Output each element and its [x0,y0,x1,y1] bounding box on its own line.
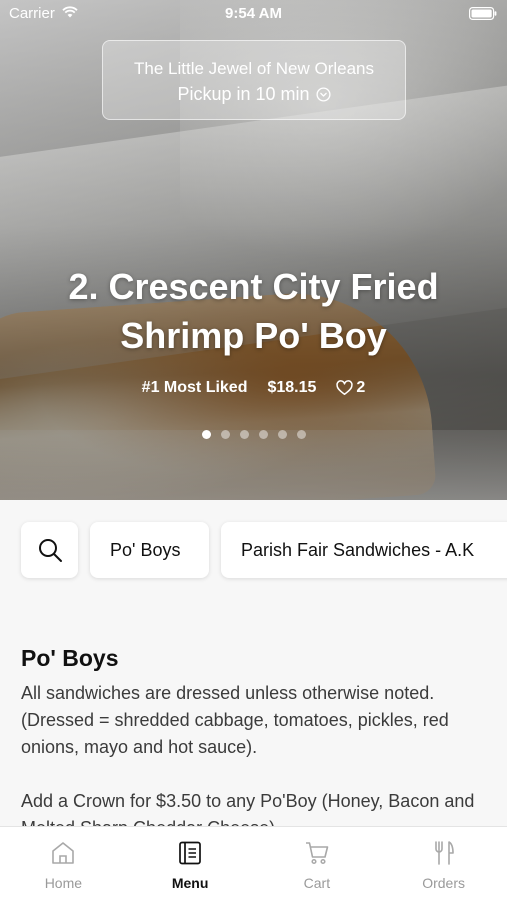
category-bar: Po' Boys Parish Fair Sandwiches - A.K [0,500,507,600]
most-liked-badge: #1 Most Liked [141,379,248,396]
tab-menu-label: Menu [171,875,209,891]
search-button[interactable] [21,522,78,578]
chevron-down-circle-icon [315,87,331,102]
tab-orders-label: Orders [422,875,466,891]
tab-bar: Home Menu Cart Orders [0,826,507,900]
category-chip-parish-fair-sandwiches[interactable]: Parish Fair Sandwiches - A.K [221,522,507,578]
tab-menu[interactable]: Menu [127,827,254,900]
store-name: The Little Jewel of New Orleans [134,59,374,78]
status-time: 9:54 AM [225,5,282,22]
home-icon [52,842,75,864]
carousel-dot[interactable] [201,430,211,439]
category-chip-po-boys[interactable]: Po' Boys [90,522,209,578]
carousel-dot[interactable] [277,430,287,439]
fork-knife-icon [434,841,454,865]
menu-icon [179,841,201,865]
pickup-selector[interactable]: The Little Jewel of New Orleans Pickup i… [102,40,406,120]
carousel-page-indicator[interactable] [0,430,507,439]
heart-icon [336,380,354,395]
menu-section: Po' Boys All sandwiches are dressed unle… [21,645,487,842]
carousel-dot[interactable] [296,430,306,439]
tab-cart[interactable]: Cart [254,827,381,900]
hero-banner[interactable]: Carrier 9:54 AM The Little Jewel of New … [0,0,507,500]
tab-orders[interactable]: Orders [380,827,507,900]
featured-item-price: $18.15 [267,379,317,396]
battery-icon [469,7,497,20]
like-count-value: 2 [356,379,366,396]
search-icon [38,539,62,562]
carousel-dot[interactable] [239,430,249,439]
status-bar: Carrier 9:54 AM [0,0,507,28]
section-description: All sandwiches are dressed unless otherw… [21,683,475,838]
cart-icon [305,842,329,865]
featured-item-meta: #1 Most Liked $18.15 2 [0,379,507,397]
featured-item-title[interactable]: 2. Crescent City Fried Shrimp Po' Boy [20,262,487,360]
carousel-dot[interactable] [220,430,230,439]
tab-cart-label: Cart [303,875,331,891]
carousel-dot[interactable] [258,430,268,439]
tab-home-label: Home [44,875,83,891]
section-title: Po' Boys [21,645,119,671]
pickup-time: Pickup in 10 min [177,84,310,104]
tab-home[interactable]: Home [0,827,127,900]
like-count[interactable]: 2 [336,379,365,397]
